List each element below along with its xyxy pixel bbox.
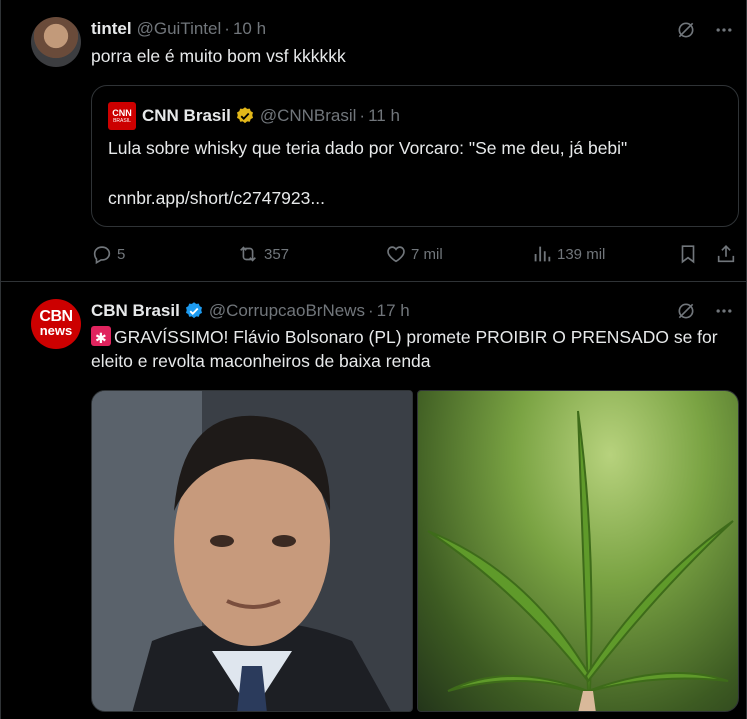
- bookmark-icon: [681, 245, 695, 264]
- quote-author-handle: @CNNBrasil: [259, 106, 357, 125]
- bookmark-button[interactable]: [677, 240, 703, 268]
- post-image-leaf[interactable]: [417, 390, 739, 712]
- post-text: porra ele é muito bom vsf kkkkkk: [91, 46, 346, 66]
- author-name[interactable]: CBN Brasil: [91, 301, 180, 321]
- grok-icon[interactable]: [674, 299, 698, 323]
- grok-icon[interactable]: [674, 18, 698, 42]
- author-name[interactable]: tintel: [91, 19, 132, 39]
- share-icon: [717, 245, 735, 263]
- post-header: tintel @GuiTintel · 10 h: [91, 17, 266, 41]
- quote-header: CNN Brasil @CNNBrasil · 11 h: [142, 104, 400, 128]
- avatar[interactable]: [31, 17, 81, 67]
- views-icon: [534, 246, 551, 262]
- more-icon[interactable]: [712, 299, 736, 323]
- separator-dot: ·: [367, 301, 374, 320]
- separator-dot: ·: [224, 19, 230, 38]
- author-handle[interactable]: @GuiTintel: [137, 19, 222, 39]
- post-actions: 5 357 7 mil 139 mil: [91, 240, 741, 268]
- post-top-actions: [674, 18, 736, 42]
- quote-avatar: CNN BRASIL: [108, 102, 136, 130]
- post-time[interactable]: 17 h: [377, 301, 410, 321]
- share-button[interactable]: [715, 240, 741, 268]
- quote-avatar-sub: BRASIL: [113, 117, 131, 124]
- verified-icon: [185, 302, 202, 319]
- post-time[interactable]: 10 h: [233, 19, 266, 39]
- reply-button[interactable]: 5: [91, 240, 125, 268]
- siren-emoji: [91, 326, 111, 350]
- quote-avatar-text: CNN: [112, 107, 132, 118]
- repost-icon: [240, 246, 256, 262]
- repost-count: 357: [264, 245, 290, 263]
- leaf-illustration: [427, 410, 734, 711]
- reply-icon: [93, 246, 111, 265]
- like-count: 7 mil: [411, 245, 443, 263]
- reply-count: 5: [117, 245, 126, 263]
- post-header: CBN Brasil @CorrupcaoBrNews · 17 h: [91, 299, 410, 323]
- avatar[interactable]: CBN news: [31, 299, 81, 349]
- avatar-text-line1: CBN: [39, 308, 73, 325]
- post-text-content: GRAVÍSSIMO! Flávio Bolsonaro (PL) promet…: [91, 327, 718, 371]
- quote-time: 11 h: [368, 106, 400, 125]
- quote-author-name: CNN Brasil: [142, 106, 231, 125]
- post-text: GRAVÍSSIMO! Flávio Bolsonaro (PL) promet…: [91, 325, 731, 373]
- post-tintel[interactable]: tintel @GuiTintel · 10 h porra ele é mui…: [1, 0, 746, 282]
- repost-button[interactable]: 357: [236, 240, 289, 268]
- avatar-text-line2: news: [39, 323, 73, 338]
- like-icon: [387, 246, 405, 263]
- timeline: tintel @GuiTintel · 10 h porra ele é mui…: [0, 0, 747, 719]
- quoted-post[interactable]: CNN BRASIL CNN Brasil @CNNBrasil · 11 h …: [91, 85, 739, 227]
- separator-dot: ·: [359, 106, 366, 125]
- more-icon[interactable]: [712, 18, 736, 42]
- post-top-actions: [674, 299, 736, 323]
- views-count: 139 mil: [557, 245, 606, 263]
- views-button[interactable]: 139 mil: [531, 240, 605, 268]
- author-handle[interactable]: @CorrupcaoBrNews: [209, 301, 365, 321]
- post-image-portrait[interactable]: [91, 390, 413, 712]
- portrait-illustration: [92, 391, 412, 711]
- like-button[interactable]: 7 mil: [385, 240, 443, 268]
- quote-link[interactable]: cnnbr.app/short/c2747923...: [108, 186, 325, 210]
- verified-icon: [236, 107, 253, 124]
- quote-text: Lula sobre whisky que teria dado por Vor…: [108, 138, 628, 158]
